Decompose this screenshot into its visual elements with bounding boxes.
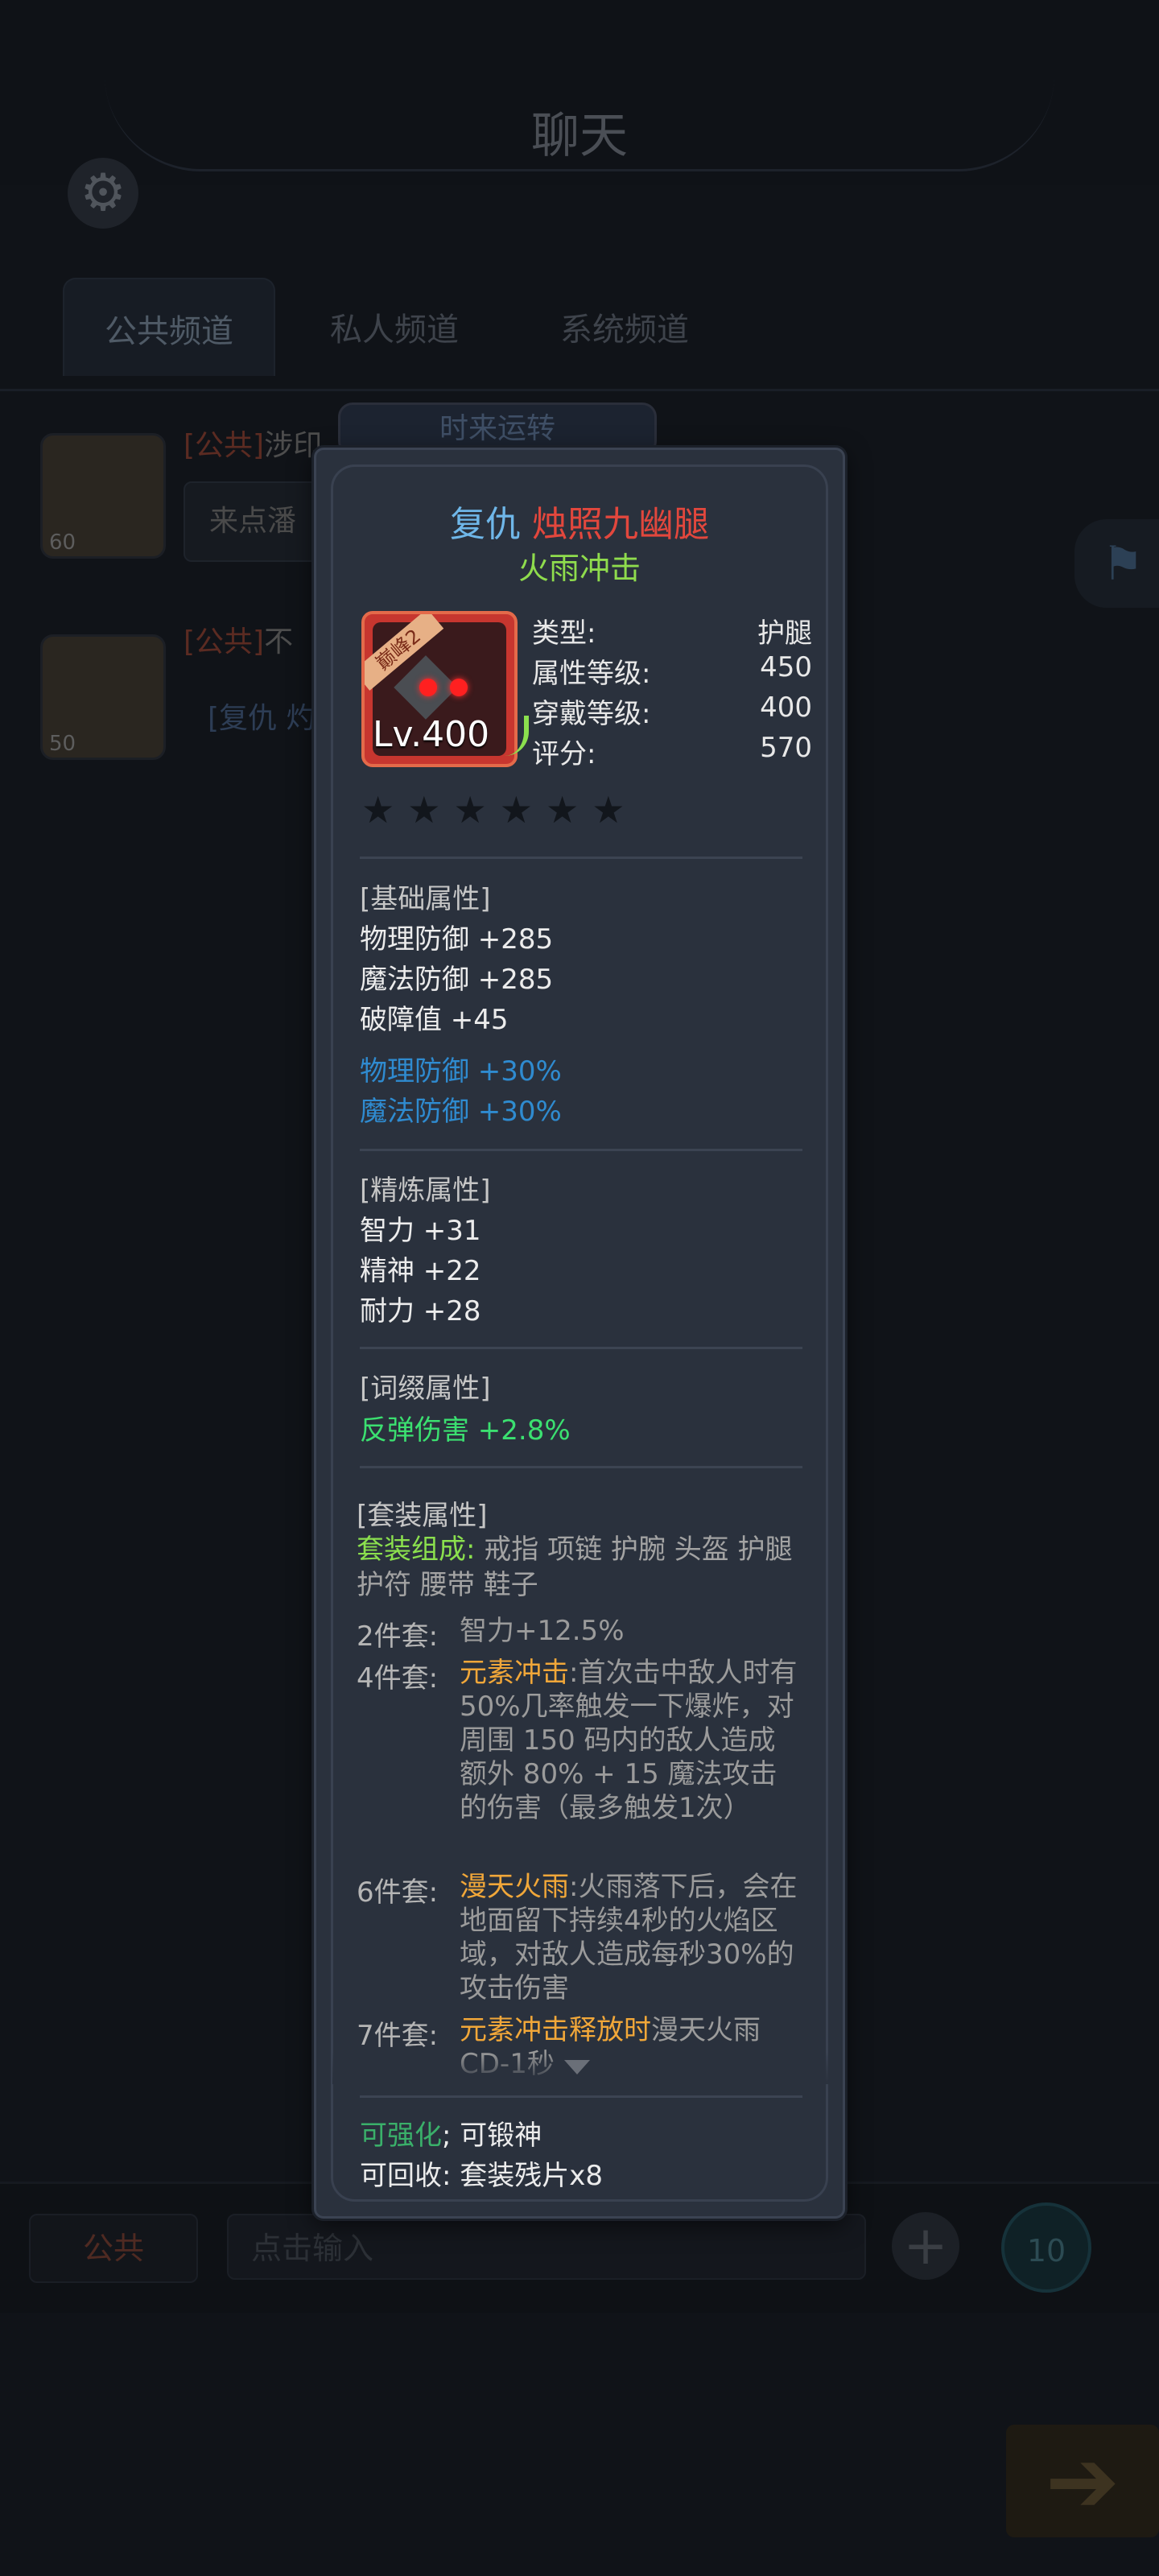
item-tooltip: 复仇 烛照九幽腿 火雨冲击 ◆ 巅峰2 Lv.400 类型: 护腿 属性等级: … — [314, 448, 845, 2219]
avatar-level: 50 — [49, 732, 76, 756]
set-attributes-header: [套装属性] — [357, 1500, 488, 1532]
gear-icon[interactable]: ⚙ — [68, 158, 138, 229]
item-title-name: 烛照九幽腿 — [532, 504, 709, 545]
divider — [360, 2095, 802, 2098]
refine-attribute-line: 耐力 +28 — [360, 1295, 481, 1327]
stat-value: 570 — [760, 732, 812, 764]
arrow-right-icon[interactable]: ➔ — [1006, 2425, 1159, 2537]
refine-attributes-header: [精炼属性] — [360, 1174, 491, 1207]
base-attribute-line: 魔法防御 +285 — [360, 964, 554, 996]
message-count-badge[interactable]: 10 — [1001, 2202, 1091, 2293]
set-bonus-description: 智力+12.5% — [460, 1615, 625, 1647]
star-rating: ★★★★★★ — [361, 788, 638, 832]
bonus-attribute-line: 魔法防御 +30% — [360, 1096, 562, 1128]
divider — [360, 1347, 802, 1349]
channel-tag: [公共] — [184, 625, 265, 658]
divider — [360, 1466, 802, 1468]
item-actions: 可强化; 可锻神 — [360, 2113, 542, 2153]
channel-tag: [公共] — [184, 429, 265, 462]
divider — [360, 1149, 802, 1151]
stat-attribute-level: 属性等级: 450 — [532, 651, 812, 691]
plus-icon[interactable]: + — [892, 2212, 959, 2280]
set-bonus-label: 4件套: — [357, 1662, 439, 1695]
stat-label: 评分: — [532, 738, 596, 770]
sender-name[interactable]: 不 — [264, 625, 293, 658]
divider — [360, 857, 802, 859]
stat-wear-level: 穿戴等级: 400 — [532, 691, 812, 731]
base-attributes-header: [基础属性] — [360, 883, 491, 915]
avatar-level: 60 — [49, 530, 76, 555]
bonus-attribute-line: 物理防御 +30% — [360, 1055, 562, 1088]
stat-label: 属性等级: — [532, 658, 651, 690]
message-header: [公共]不 — [184, 618, 293, 660]
avatar[interactable]: 50 — [40, 634, 166, 760]
recycle-info: 可回收: 套装残片x8 — [360, 2160, 604, 2192]
avatar[interactable]: 60 — [40, 433, 166, 559]
stat-label: 类型: — [532, 617, 596, 650]
stat-score: 评分: 570 — [532, 732, 812, 771]
item-set-name: 火雨冲击 — [518, 551, 641, 586]
tab-public-channel[interactable]: 公共频道 — [63, 278, 275, 376]
set-composition-label: 套装组成: — [357, 1534, 476, 1566]
affix-attributes-header: [词缀属性] — [360, 1373, 491, 1405]
base-attribute-line: 破障值 +45 — [360, 1004, 509, 1036]
set-bonus-text: 元素冲击:首次击中敌人时有50%几率触发一下爆炸，对周围 150 码内的敌人造成… — [460, 1656, 798, 1825]
tab-divider — [0, 389, 1159, 391]
helmet-eye-left — [419, 679, 437, 696]
stat-type: 类型: 护腿 — [532, 611, 812, 650]
flag-icon[interactable]: ⚑ — [1074, 519, 1159, 608]
chat-header: 聊天 — [0, 0, 1159, 185]
refine-attribute-line: 智力 +31 — [360, 1215, 481, 1247]
set-bonus-label: 2件套: — [357, 1620, 439, 1653]
set-bonus-label: 6件套: — [357, 1876, 439, 1909]
item-level: Lv.400 — [373, 714, 490, 755]
item-icon: ◆ 巅峰2 Lv.400 — [361, 611, 518, 767]
tab-system-channel[interactable]: 系统频道 — [520, 278, 729, 374]
set-bonus-highlight: 元素冲击释放时 — [460, 2014, 651, 2046]
set-bonus-highlight: 元素冲击 — [460, 1657, 569, 1689]
item-title: 复仇 烛照九幽腿 — [316, 495, 843, 547]
stat-value: 400 — [760, 691, 812, 724]
chat-input[interactable]: 点击输入 — [227, 2214, 866, 2280]
base-attribute-line: 物理防御 +285 — [360, 923, 554, 956]
set-composition: 套装组成: 戒指 项链 护腕 头盔 护腿 护符 腰带 鞋子 — [357, 1532, 799, 1603]
refine-attribute-line: 精神 +22 — [360, 1255, 481, 1287]
channel-select-button[interactable]: 公共 — [29, 2214, 198, 2283]
set-bonus-label: 7件套: — [357, 2020, 439, 2052]
set-bonus-highlight: 漫天火雨 — [460, 1871, 569, 1903]
page-title: 聊天 — [531, 108, 628, 164]
item-title-prefix: 复仇 — [450, 504, 521, 545]
set-bonus-text: 智力+12.5% — [460, 1614, 798, 1648]
enhance-label: 可强化 — [360, 2120, 442, 2152]
helmet-eye-right — [450, 679, 468, 696]
set-bonus-text: 漫天火雨:火雨落下后，会在地面留下持续4秒的火焰区域，对敌人造成每秒30%的攻击… — [460, 1870, 798, 2005]
stat-value: 护腿 — [757, 617, 812, 650]
affix-attribute-line: 反弹伤害 +2.8% — [360, 1414, 571, 1447]
stat-label: 穿戴等级: — [532, 698, 651, 730]
tab-private-channel[interactable]: 私人频道 — [290, 278, 499, 374]
stat-value: 450 — [760, 651, 812, 683]
chevron-down-icon[interactable] — [564, 2060, 590, 2074]
message-header: [公共]涉印 — [184, 422, 322, 464]
icon-glow — [503, 716, 529, 756]
forge-label: ; 可锻神 — [442, 2120, 542, 2152]
